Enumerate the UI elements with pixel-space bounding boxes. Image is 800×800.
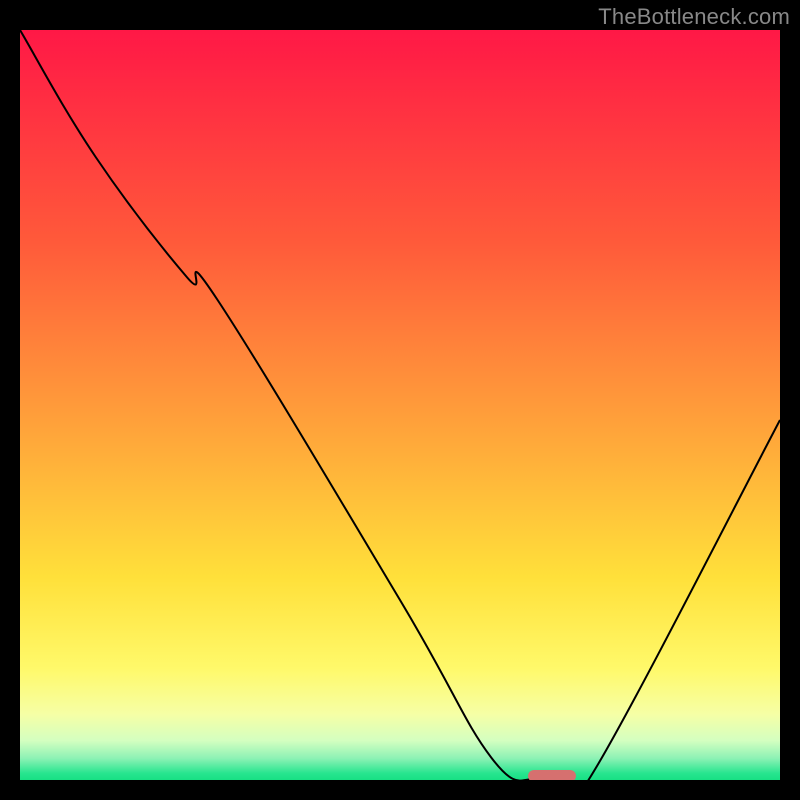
chart-frame: TheBottleneck.com <box>0 0 800 800</box>
plot-area <box>20 30 780 780</box>
watermark-text: TheBottleneck.com <box>598 4 790 30</box>
bottleneck-curve <box>20 30 780 780</box>
optimal-marker <box>528 770 576 780</box>
